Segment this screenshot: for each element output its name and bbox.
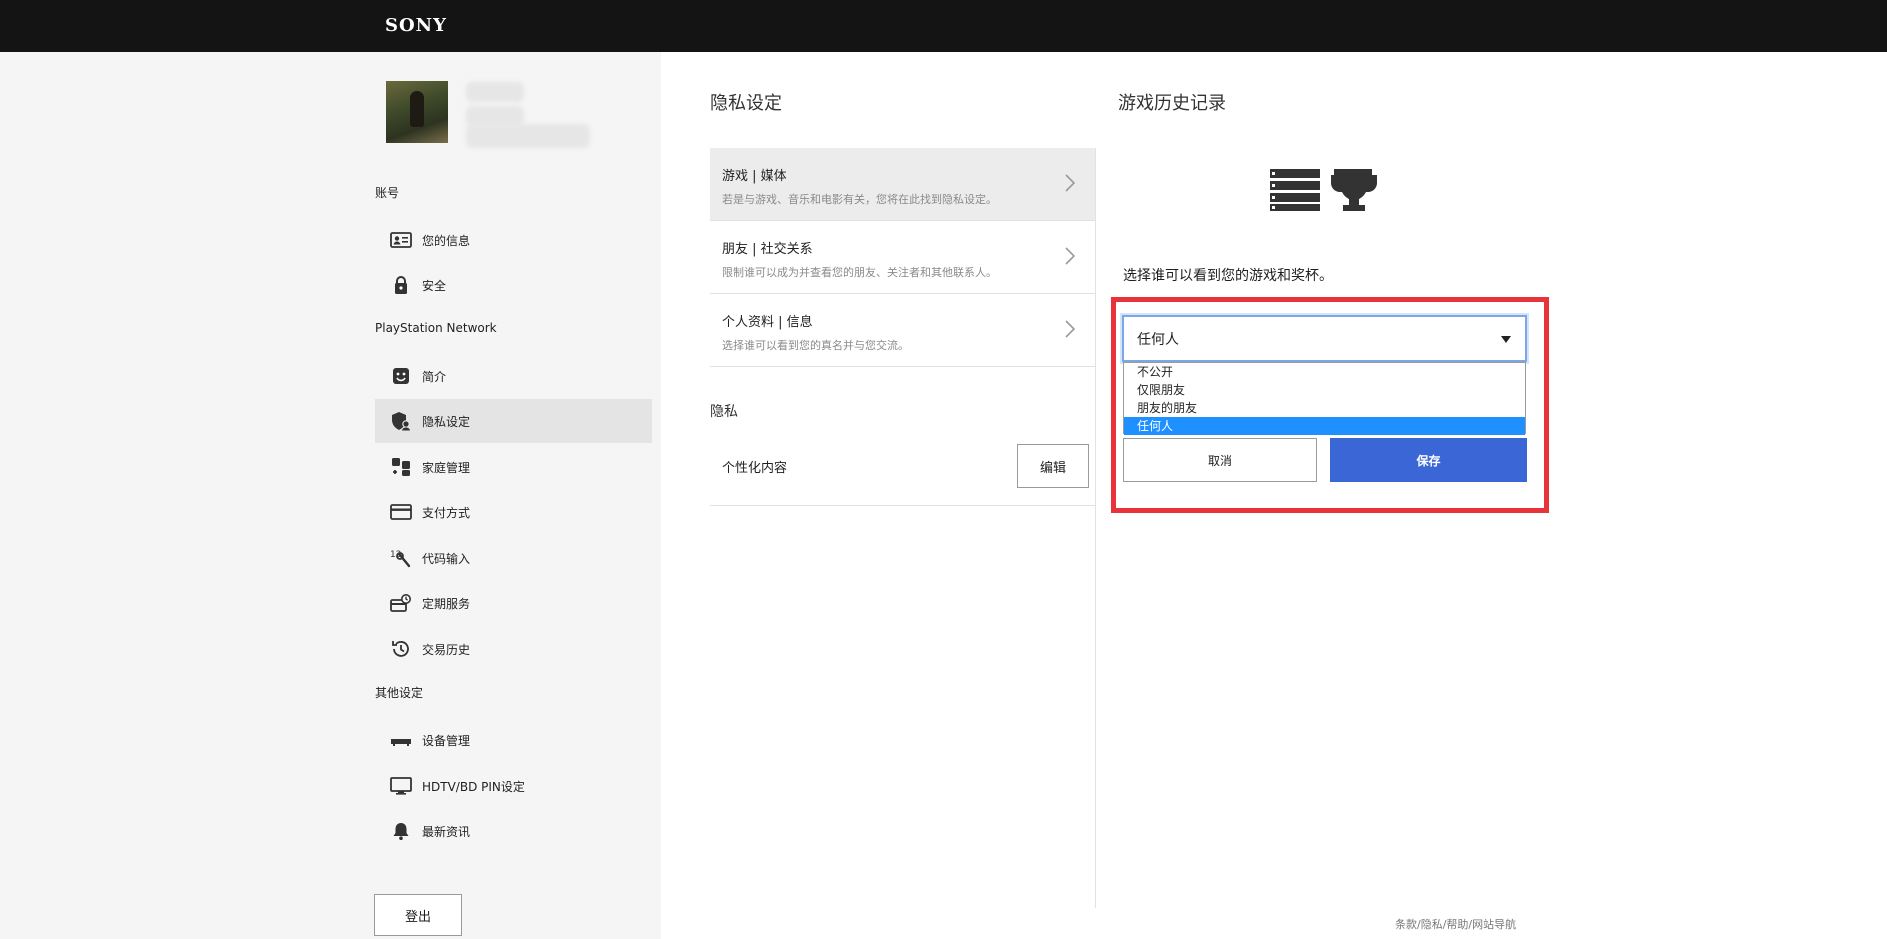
sidebar-item-label: 您的信息	[422, 233, 471, 248]
sidebar-item-label: 代码输入	[422, 551, 471, 566]
caret-down-icon	[1501, 336, 1511, 343]
top-bar: SONY	[0, 0, 1887, 52]
smiley-icon	[389, 366, 413, 386]
sidebar-item-label: 支付方式	[422, 505, 471, 520]
console-icon	[389, 730, 413, 750]
bell-icon	[389, 821, 413, 841]
game-history-title: 游戏历史记录	[1118, 93, 1226, 114]
sidebar-item-security[interactable]: 安全	[375, 263, 652, 307]
row-description: 限制谁可以成为并查看您的朋友、关注者和其他联系人。	[722, 266, 997, 279]
section-heading-psn: PlayStation Network	[375, 321, 497, 335]
row-description: 选择谁可以看到您的真名并与您交流。	[722, 339, 909, 352]
sidebar-item-transaction-history[interactable]: 交易历史	[375, 627, 652, 671]
monitor-icon	[389, 776, 413, 796]
row-title: 游戏 | 媒体	[722, 169, 787, 184]
divider	[710, 505, 1095, 506]
redacted-online-id	[466, 124, 590, 148]
sidebar-item-label: HDTV/BD PIN设定	[422, 779, 525, 794]
option-anyone[interactable]: 任何人	[1124, 417, 1525, 435]
row-description: 若是与游戏、音乐和电影有关，您将在此找到隐私设定。	[722, 193, 997, 206]
save-button[interactable]: 保存	[1330, 438, 1527, 482]
privacy-title: 隐私设定	[710, 93, 782, 114]
game-trophy-icon	[1270, 169, 1377, 211]
option-friends-of-friends[interactable]: 朋友的朋友	[1124, 399, 1525, 417]
column-divider	[1095, 148, 1096, 908]
option-private[interactable]: 不公开	[1124, 363, 1525, 381]
sidebar-item-payment[interactable]: 支付方式	[375, 490, 652, 534]
sidebar-item-privacy[interactable]: 隐私设定	[375, 399, 652, 443]
id-card-icon	[389, 230, 413, 250]
shield-user-icon	[389, 411, 413, 431]
logout-button[interactable]: 登出	[374, 894, 462, 936]
chevron-right-icon	[1065, 320, 1075, 338]
sidebar-item-hdtv-pin[interactable]: HDTV/BD PIN设定	[375, 764, 652, 808]
select-value: 任何人	[1137, 331, 1179, 348]
sidebar-item-label: 简介	[422, 369, 447, 384]
edit-button[interactable]: 编辑	[1017, 444, 1089, 488]
lock-icon	[389, 275, 413, 295]
sidebar-item-device-management[interactable]: 设备管理	[375, 718, 652, 762]
sidebar-item-label: 最新资讯	[422, 824, 471, 839]
sidebar-item-label: 家庭管理	[422, 460, 471, 475]
chevron-right-icon	[1065, 247, 1075, 265]
visibility-prompt: 选择谁可以看到您的游戏和奖杯。	[1123, 268, 1333, 284]
visibility-select[interactable]: 任何人	[1122, 315, 1527, 362]
personalization-label: 个性化内容	[722, 461, 788, 476]
sidebar-item-label: 交易历史	[422, 642, 471, 657]
credit-card-icon	[389, 502, 413, 522]
privacy-subtitle: 隐私	[710, 404, 738, 420]
sidebar-item-label: 定期服务	[422, 596, 471, 611]
chevron-right-icon	[1065, 174, 1075, 192]
sidebar-item-news[interactable]: 最新资讯	[375, 809, 652, 853]
avatar	[386, 81, 448, 143]
cancel-button[interactable]: 取消	[1123, 438, 1317, 482]
privacy-row-games-media[interactable]: 游戏 | 媒体 若是与游戏、音乐和电影有关，您将在此找到隐私设定。	[710, 148, 1095, 221]
sidebar-item-label: 设备管理	[422, 733, 471, 748]
sidebar-item-label: 隐私设定	[422, 414, 471, 429]
redacted-username	[466, 106, 524, 126]
sidebar-item-label: 安全	[422, 278, 447, 293]
subscription-icon	[389, 593, 413, 613]
sidebar-item-code-entry[interactable]: 12 代码输入	[375, 536, 652, 580]
row-title: 朋友 | 社交关系	[722, 242, 813, 257]
family-icon	[389, 457, 413, 477]
section-heading-other: 其他设定	[375, 686, 424, 700]
sidebar-item-subscription[interactable]: 定期服务	[375, 581, 652, 625]
history-icon	[389, 639, 413, 659]
privacy-row-profile-info[interactable]: 个人资料 | 信息 选择谁可以看到您的真名并与您交流。	[710, 294, 1095, 367]
footer-links[interactable]: 条款/隐私/帮助/网站导航	[1395, 916, 1516, 932]
redacted-username	[466, 82, 524, 102]
sony-logo[interactable]: SONY	[385, 15, 447, 36]
sidebar-item-profile[interactable]: 简介	[375, 354, 652, 398]
code-entry-icon: 12	[389, 548, 413, 568]
sidebar-item-your-info[interactable]: 您的信息	[375, 218, 652, 262]
sidebar-item-family[interactable]: 家庭管理	[375, 445, 652, 489]
section-heading-account: 账号	[375, 186, 400, 200]
row-title: 个人资料 | 信息	[722, 315, 813, 330]
visibility-options-list: 不公开 仅限朋友 朋友的朋友 任何人	[1123, 362, 1526, 435]
option-friends-only[interactable]: 仅限朋友	[1124, 381, 1525, 399]
privacy-row-friends-social[interactable]: 朋友 | 社交关系 限制谁可以成为并查看您的朋友、关注者和其他联系人。	[710, 221, 1095, 294]
